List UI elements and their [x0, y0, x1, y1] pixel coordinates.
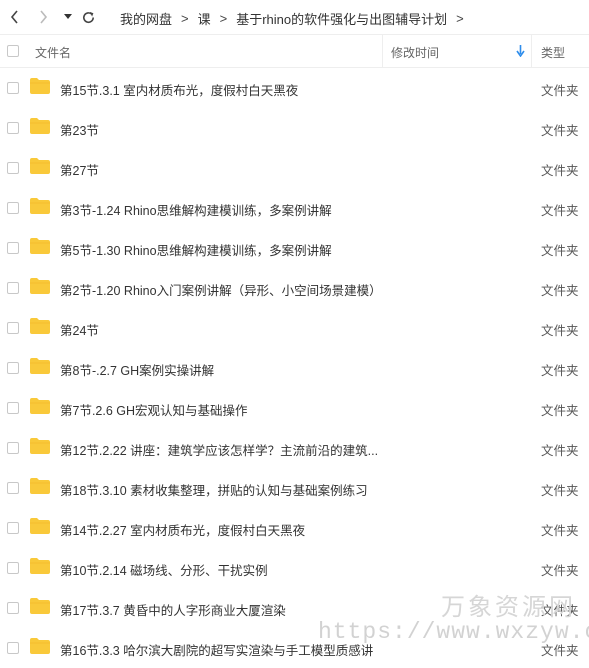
folder-icon	[30, 598, 50, 614]
file-type: 文件夹	[541, 84, 579, 98]
file-name[interactable]: 第7节.2.6 GH宏观认知与基础操作	[60, 400, 248, 419]
file-name[interactable]: 第10节.2.14 磁场线、分形、干扰实例	[60, 560, 268, 579]
file-type: 文件夹	[541, 524, 579, 538]
refresh-icon	[82, 11, 94, 23]
back-button[interactable]	[6, 8, 24, 26]
column-header-modified[interactable]: 修改时间	[391, 44, 439, 61]
forward-button[interactable]	[34, 8, 52, 26]
refresh-button[interactable]	[79, 8, 97, 26]
column-header-name[interactable]: 文件名	[35, 44, 71, 61]
column-header-type[interactable]: 类型	[541, 44, 565, 61]
file-row[interactable]: 第2节-1.20 Rhino入门案例讲解（异形、小空间场景建模） 文件夹	[0, 268, 589, 308]
folder-icon	[30, 198, 50, 214]
file-type: 文件夹	[541, 164, 579, 178]
folder-icon	[30, 638, 50, 654]
folder-icon	[30, 158, 50, 174]
file-name[interactable]: 第8节-.2.7 GH案例实操讲解	[60, 360, 214, 379]
file-row[interactable]: 第8节-.2.7 GH案例实操讲解 文件夹	[0, 348, 589, 388]
row-checkbox[interactable]	[7, 122, 19, 134]
chevron-right-icon	[40, 10, 48, 24]
row-checkbox[interactable]	[7, 402, 19, 414]
file-type: 文件夹	[541, 364, 579, 378]
folder-icon	[30, 238, 50, 254]
file-type: 文件夹	[541, 324, 579, 338]
file-name[interactable]: 第17节.3.7 黄昏中的人字形商业大厦渲染	[60, 600, 286, 619]
folder-icon	[30, 278, 50, 294]
breadcrumb-current[interactable]: 基于rhino的软件强化与出图辅导计划	[236, 9, 447, 28]
sort-descending-icon[interactable]	[516, 45, 525, 60]
row-checkbox[interactable]	[7, 522, 19, 534]
row-checkbox[interactable]	[7, 362, 19, 374]
row-checkbox[interactable]	[7, 82, 19, 94]
history-dropdown[interactable]	[59, 8, 77, 26]
select-all-checkbox[interactable]	[7, 45, 19, 57]
file-type: 文件夹	[541, 444, 579, 458]
watermark-url: https://www.wxzyw.cn	[318, 619, 589, 645]
file-name[interactable]: 第15节.3.1 室内材质布光，度假村白天黑夜	[60, 80, 298, 99]
file-name[interactable]: 第18节.3.10 素材收集整理，拼贴的认知与基础案例练习	[60, 480, 368, 499]
caret-down-icon	[64, 14, 72, 19]
file-type: 文件夹	[541, 124, 579, 138]
file-name[interactable]: 第27节	[60, 160, 99, 179]
file-name[interactable]: 第24节	[60, 320, 99, 339]
folder-icon	[30, 558, 50, 574]
row-checkbox[interactable]	[7, 202, 19, 214]
file-row[interactable]: 第3节-1.24 Rhino思维解构建模训练，多案例讲解 文件夹	[0, 188, 589, 228]
file-type: 文件夹	[541, 244, 579, 258]
file-row[interactable]: 第12节.2.22 讲座：建筑学应该怎样学？主流前沿的建筑... 文件夹	[0, 428, 589, 468]
folder-icon	[30, 318, 50, 334]
file-type: 文件夹	[541, 484, 579, 498]
file-name[interactable]: 第14节.2.27 室内材质布光，度假村白天黑夜	[60, 520, 305, 539]
row-checkbox[interactable]	[7, 442, 19, 454]
file-row[interactable]: 第18节.3.10 素材收集整理，拼贴的认知与基础案例练习 文件夹	[0, 468, 589, 508]
chevron-left-icon	[10, 10, 18, 24]
file-row[interactable]: 第24节 文件夹	[0, 308, 589, 348]
file-name[interactable]: 第23节	[60, 120, 99, 139]
file-type: 文件夹	[541, 284, 579, 298]
row-checkbox[interactable]	[7, 482, 19, 494]
breadcrumb-separator: >	[456, 11, 464, 26]
file-name[interactable]: 第3节-1.24 Rhino思维解构建模训练，多案例讲解	[60, 200, 332, 219]
column-divider[interactable]	[531, 35, 532, 67]
row-checkbox[interactable]	[7, 162, 19, 174]
file-row[interactable]: 第15节.3.1 室内材质布光，度假村白天黑夜 文件夹	[0, 68, 589, 108]
file-row[interactable]: 第14节.2.27 室内材质布光，度假村白天黑夜 文件夹	[0, 508, 589, 548]
file-type: 文件夹	[541, 564, 579, 578]
file-row[interactable]: 第23节 文件夹	[0, 108, 589, 148]
folder-icon	[30, 518, 50, 534]
column-divider[interactable]	[382, 35, 383, 67]
file-row[interactable]: 第5节-1.30 Rhino思维解构建模训练，多案例讲解 文件夹	[0, 228, 589, 268]
breadcrumb: 我的网盘 > 课 > 基于rhino的软件强化与出图辅导计划 >	[120, 9, 473, 28]
navigation-bar: 我的网盘 > 课 > 基于rhino的软件强化与出图辅导计划 >	[0, 0, 589, 34]
file-name[interactable]: 第5节-1.30 Rhino思维解构建模训练，多案例讲解	[60, 240, 332, 259]
file-list-header: 文件名 修改时间 类型	[0, 34, 589, 68]
row-checkbox[interactable]	[7, 642, 19, 654]
breadcrumb-root[interactable]: 我的网盘	[120, 9, 172, 28]
file-type: 文件夹	[541, 404, 579, 418]
file-name[interactable]: 第2节-1.20 Rhino入门案例讲解（异形、小空间场景建模）	[60, 280, 382, 299]
file-row[interactable]: 第10节.2.14 磁场线、分形、干扰实例 文件夹	[0, 548, 589, 588]
file-name[interactable]: 第12节.2.22 讲座：建筑学应该怎样学？主流前沿的建筑...	[60, 440, 378, 459]
row-checkbox[interactable]	[7, 322, 19, 334]
file-row[interactable]: 第7节.2.6 GH宏观认知与基础操作 文件夹	[0, 388, 589, 428]
row-checkbox[interactable]	[7, 242, 19, 254]
folder-icon	[30, 438, 50, 454]
breadcrumb-separator: >	[219, 11, 228, 26]
row-checkbox[interactable]	[7, 282, 19, 294]
file-row[interactable]: 第27节 文件夹	[0, 148, 589, 188]
watermark-brand: 万象资源网	[441, 593, 576, 621]
file-type: 文件夹	[541, 204, 579, 218]
folder-icon	[30, 398, 50, 414]
folder-icon	[30, 358, 50, 374]
row-checkbox[interactable]	[7, 562, 19, 574]
folder-icon	[30, 478, 50, 494]
breadcrumb-separator: >	[181, 11, 189, 26]
breadcrumb-level1[interactable]: 课	[198, 9, 211, 28]
folder-icon	[30, 78, 50, 94]
row-checkbox[interactable]	[7, 602, 19, 614]
folder-icon	[30, 118, 50, 134]
